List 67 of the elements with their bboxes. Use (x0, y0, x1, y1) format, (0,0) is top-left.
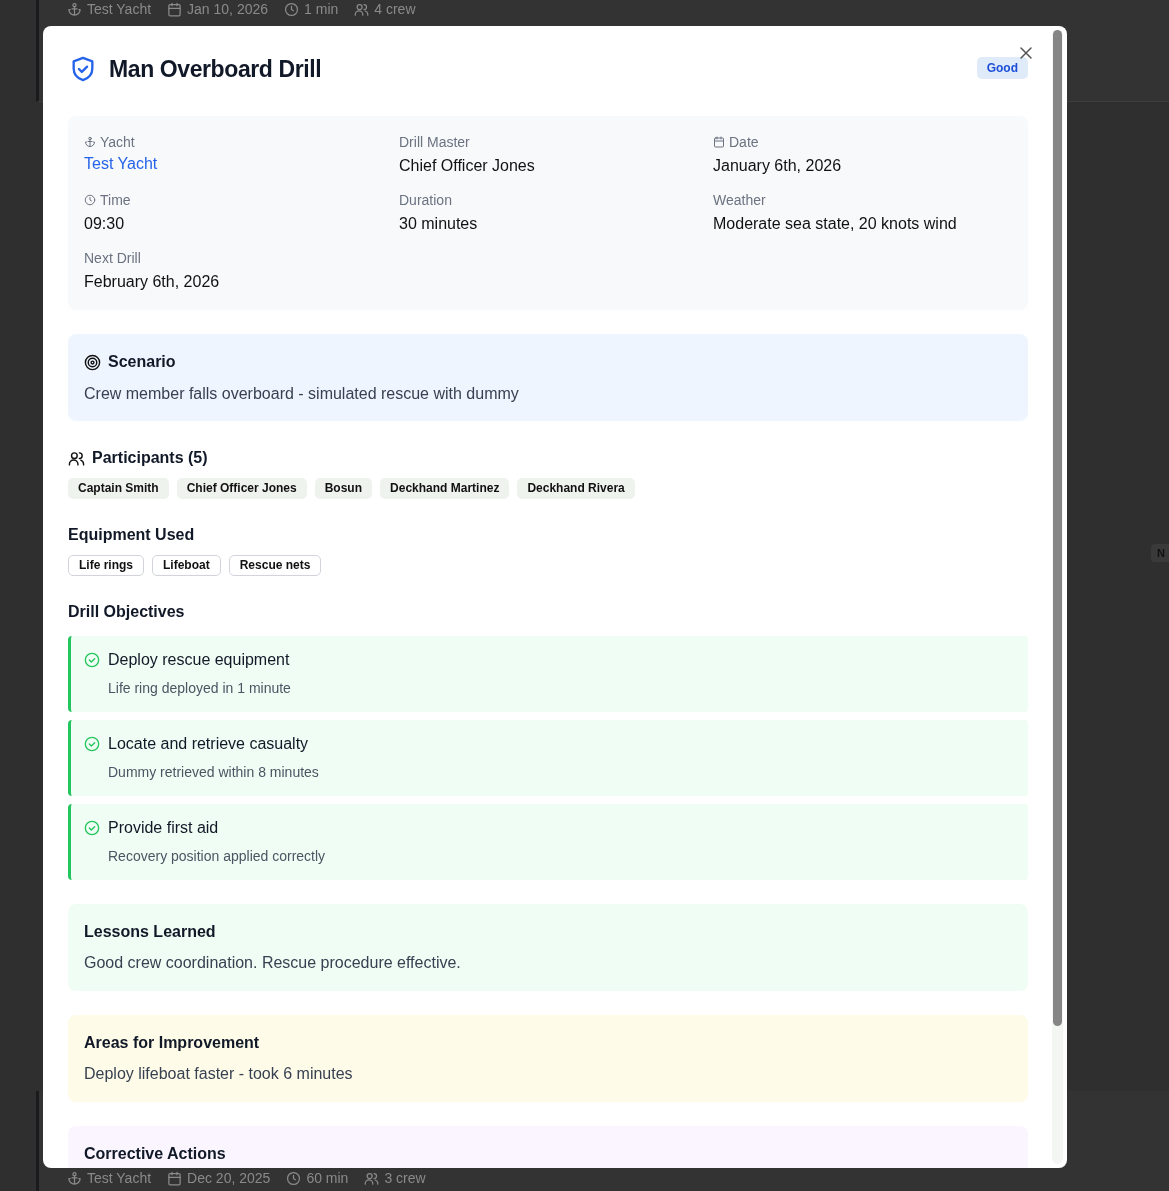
objective-title: Locate and retrieve casualty (108, 734, 309, 754)
meta-text: Test Yacht (87, 1170, 152, 1186)
field-value: 09:30 (84, 214, 126, 234)
note-text: Good crew coordination. Rescue procedure effective. (84, 953, 462, 973)
meta-text: 60 min (306, 1170, 349, 1186)
note-text: Deploy lifeboat faster - took 6 minutes (84, 1064, 354, 1084)
equipment-tag: Rescue nets (228, 555, 322, 576)
field-label: Duration (399, 192, 452, 208)
objective-title: Provide first aid (108, 818, 219, 838)
clock-icon (284, 1, 300, 17)
field-value: January 6th, 2026 (713, 156, 843, 176)
people-icon (68, 449, 85, 467)
scenario-text: Crew member falls overboard - simulated rescue with dummy (84, 384, 520, 404)
field-value: February 6th, 2026 (84, 272, 221, 292)
scrollbar-thumb[interactable] (1053, 30, 1062, 1026)
section-title: Drill Objectives (68, 602, 186, 622)
calendar-icon (167, 1170, 183, 1186)
objective-result: Dummy retrieved within 8 minutes (107, 764, 320, 780)
section-title: Corrective Actions (84, 1144, 227, 1164)
participant-tag: Chief Officer Jones (176, 478, 307, 499)
meta-text: Jan 10, 2026 (187, 1, 269, 17)
clock-icon (286, 1170, 302, 1186)
participant-tag: Deckhand Rivera (517, 478, 635, 499)
field-label: Weather (713, 192, 766, 208)
people-icon (364, 1170, 380, 1186)
anchor-icon (67, 1170, 82, 1186)
yacht-link[interactable]: Test Yacht (84, 155, 158, 172)
participant-tag: Captain Smith (68, 478, 169, 499)
section-title: Equipment Used (68, 525, 196, 545)
field-value: 30 minutes (399, 214, 479, 234)
field-value: Moderate sea state, 20 knots wind (713, 214, 958, 234)
close-icon[interactable] (1017, 44, 1035, 62)
calendar-icon (713, 136, 725, 148)
objective-title: Deploy rescue equipment (108, 650, 290, 670)
field-label: Time (100, 192, 131, 208)
equipment-tag: Lifeboat (152, 555, 221, 576)
field-label: Date (729, 134, 759, 150)
field-label: Drill Master (399, 134, 470, 150)
rating-badge: Good (976, 57, 1028, 79)
meta-text: 3 crew (384, 1170, 426, 1186)
dialog-title: Man Overboard Drill (109, 55, 323, 83)
participant-tag: Deckhand Martinez (380, 478, 510, 499)
objective-result: Recovery position applied correctly (107, 848, 327, 864)
scrollbar[interactable] (1052, 30, 1063, 1164)
calendar-icon (167, 1, 183, 17)
equipment-tag: Life rings (68, 555, 144, 576)
target-icon (84, 353, 101, 371)
anchor-icon (84, 136, 96, 148)
field-label: Next Drill (84, 250, 141, 266)
field-value: Chief Officer Jones (399, 156, 536, 176)
section-title: Participants (5) (92, 448, 208, 468)
section-title: Scenario (108, 352, 176, 372)
section-title: Areas for Improvement (84, 1033, 261, 1053)
check-circle-icon (84, 736, 100, 752)
objective-result: Life ring deployed in 1 minute (107, 680, 292, 696)
people-icon (354, 1, 370, 17)
check-circle-icon (84, 652, 100, 668)
check-circle-icon (84, 820, 100, 836)
clock-icon (84, 194, 96, 206)
section-title: Lessons Learned (84, 922, 217, 942)
meta-text: 4 crew (374, 1, 416, 17)
meta-text: Dec 20, 2025 (187, 1170, 271, 1186)
meta-text: 1 min (304, 1, 339, 17)
participant-tag: Bosun (314, 478, 373, 499)
field-label: Yacht (100, 134, 135, 150)
meta-text: Test Yacht (87, 1, 152, 17)
anchor-icon (67, 1, 82, 17)
